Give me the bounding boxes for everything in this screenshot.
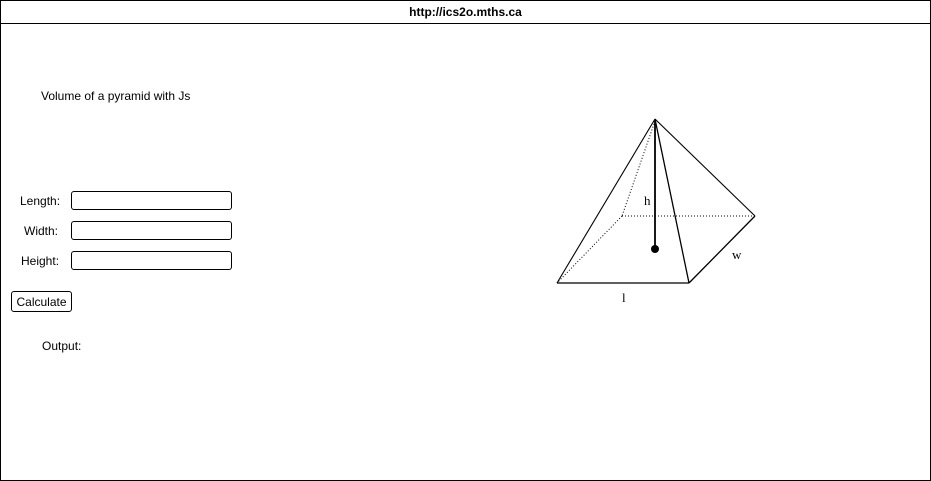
pyramid-diagram: h w l bbox=[556, 118, 756, 305]
height-input[interactable] bbox=[71, 251, 232, 270]
width-input[interactable] bbox=[71, 221, 232, 240]
base-center-dot bbox=[651, 245, 659, 253]
hidden-left-edge bbox=[556, 215, 623, 284]
browser-window: http://ics2o.mths.ca Volume of a pyramid… bbox=[0, 0, 931, 481]
base-right-edge bbox=[688, 215, 756, 284]
page-heading: Volume of a pyramid with Js bbox=[41, 89, 191, 103]
length-label: Length: bbox=[20, 194, 61, 208]
apex-left-edge bbox=[556, 118, 656, 284]
width-label: Width: bbox=[24, 224, 59, 238]
diagram-width-label: w bbox=[732, 247, 742, 262]
apex-right-edge bbox=[654, 118, 756, 217]
url-title-bar: http://ics2o.mths.ca bbox=[1, 1, 930, 24]
diagram-height-label: h bbox=[644, 193, 651, 208]
apex-front-edge bbox=[654, 118, 690, 284]
length-input[interactable] bbox=[71, 191, 232, 210]
diagram-length-label: l bbox=[622, 290, 626, 305]
height-label: Height: bbox=[21, 254, 60, 268]
output-label: Output: bbox=[42, 339, 82, 353]
calculate-button[interactable]: Calculate bbox=[11, 291, 72, 312]
